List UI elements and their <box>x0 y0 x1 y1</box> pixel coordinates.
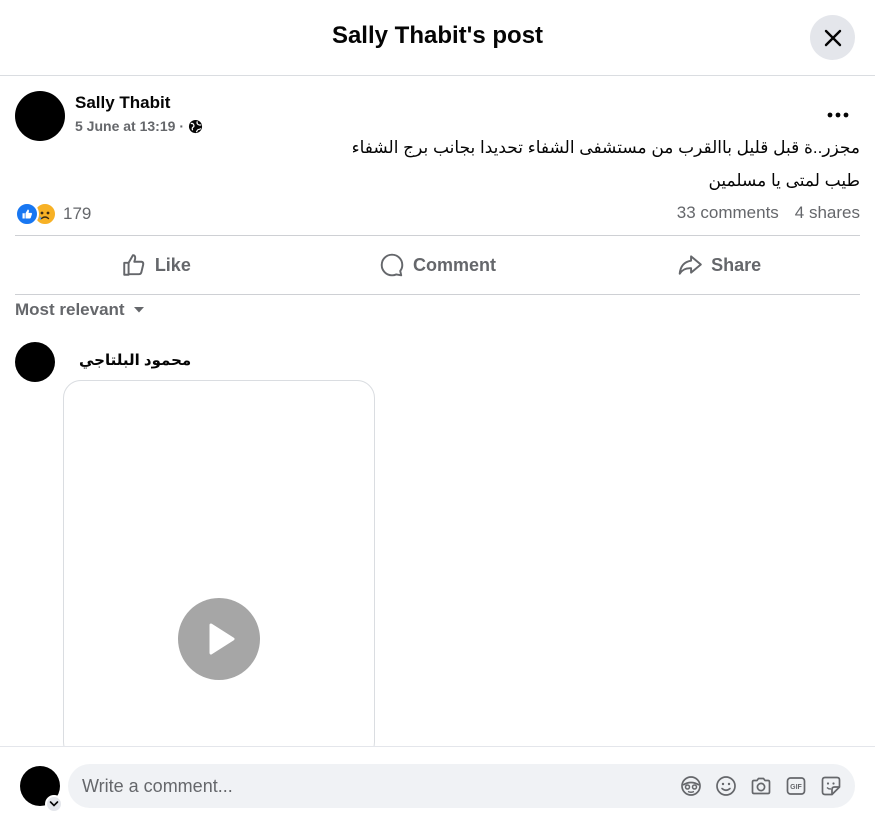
camera-icon <box>751 777 771 795</box>
avatar-sticker-icon <box>681 776 701 796</box>
more-dots-icon <box>827 112 849 118</box>
like-reaction-icon <box>15 202 39 226</box>
meta-separator: · <box>179 118 185 134</box>
reactions-summary[interactable]: 179 <box>15 201 91 227</box>
comment-button[interactable]: Comment <box>297 237 579 293</box>
composer-tools: GIF <box>679 774 843 798</box>
commenter-name[interactable]: محمود البلتاجي <box>79 351 191 369</box>
post-stats: 33 comments 4 shares <box>677 203 860 223</box>
play-icon <box>209 623 235 655</box>
close-icon <box>824 29 841 46</box>
comment-icon <box>380 253 404 277</box>
sticker-button[interactable] <box>819 774 843 798</box>
comment-box[interactable]: GIF <box>68 764 855 808</box>
dialog-header: Sally Thabit's post <box>0 0 875 76</box>
comment-label: Comment <box>413 254 497 275</box>
gif-button[interactable]: GIF <box>784 774 808 798</box>
comment-sort-dropdown[interactable]: Most relevant <box>15 300 145 320</box>
shares-count[interactable]: 4 shares <box>795 203 860 223</box>
close-button[interactable] <box>810 15 855 60</box>
emoji-button[interactable] <box>714 774 738 798</box>
author-name[interactable]: Sally Thabit <box>75 93 170 113</box>
chevron-down-icon <box>49 801 59 807</box>
like-button[interactable]: Like <box>15 237 297 293</box>
comments-count[interactable]: 33 comments <box>677 203 779 223</box>
commenter-avatar[interactable] <box>15 342 55 382</box>
caret-down-icon <box>133 307 144 313</box>
camera-button[interactable] <box>749 774 773 798</box>
sort-label: Most relevant <box>15 300 125 319</box>
divider-top <box>15 235 860 236</box>
dialog-title: Sally Thabit's post <box>331 22 544 49</box>
post-meta: 5 June at 13:19 · <box>75 118 203 134</box>
profile-switcher-button[interactable] <box>45 795 63 813</box>
author-avatar[interactable] <box>15 91 65 141</box>
play-button[interactable] <box>178 598 260 680</box>
divider-bottom <box>15 294 860 295</box>
comment-video-attachment[interactable] <box>63 380 375 760</box>
reactions-count: 179 <box>63 204 92 223</box>
share-label: Share <box>711 254 762 275</box>
post-text-line-2: طيب لمتى يا مسلمين <box>708 171 860 190</box>
comment-input[interactable] <box>82 775 662 797</box>
share-icon <box>678 255 702 275</box>
post-actions: Like Comment Share <box>15 237 860 293</box>
sticker-icon <box>821 776 841 796</box>
emoji-icon <box>716 776 736 796</box>
post-text-line-1: مجزر..ة قبل قليل باالقرب من مستشفى الشفا… <box>351 138 860 157</box>
like-icon <box>123 254 145 276</box>
post-timestamp[interactable]: 5 June at 13:19 <box>75 118 175 134</box>
avatar-sticker-button[interactable] <box>679 774 703 798</box>
globe-icon <box>189 119 203 133</box>
more-options-button[interactable] <box>820 100 856 130</box>
like-label: Like <box>154 254 191 275</box>
svg-text:GIF: GIF <box>790 784 802 791</box>
gif-icon: GIF <box>786 777 806 795</box>
share-button[interactable]: Share <box>578 237 860 293</box>
